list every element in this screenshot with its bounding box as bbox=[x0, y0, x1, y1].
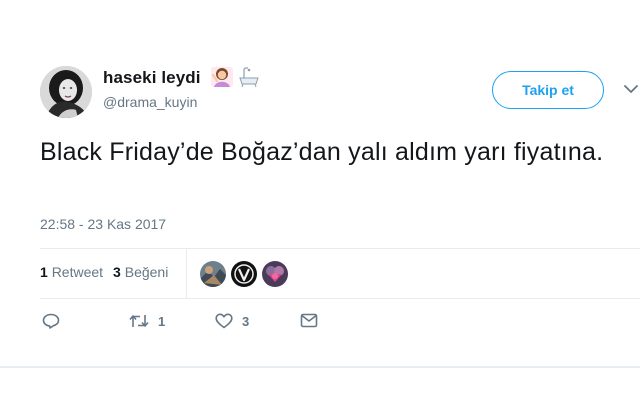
reply-icon[interactable] bbox=[42, 313, 60, 329]
like-action-count: 3 bbox=[242, 313, 250, 329]
envelope-icon[interactable] bbox=[300, 313, 318, 328]
woman-gesturing-icon bbox=[211, 67, 233, 87]
tweet-card: haseki leydi @drama_kuyin Takip et Black… bbox=[0, 0, 640, 410]
bathtub-icon bbox=[239, 67, 259, 88]
retweet-action[interactable]: 1 bbox=[129, 313, 165, 329]
like-label: Beğeni bbox=[124, 264, 169, 280]
tweet-text: Black Friday’de Boğaz’dan yalı aldım yar… bbox=[40, 138, 604, 166]
like-stat[interactable]: 3 Beğeni bbox=[113, 264, 168, 280]
bottom-border bbox=[0, 366, 640, 368]
retweet-icon[interactable] bbox=[129, 313, 149, 329]
name-emojis bbox=[211, 67, 259, 88]
retweet-action-count: 1 bbox=[158, 313, 166, 329]
retweet-count: 1 bbox=[40, 264, 48, 280]
retweet-label: Retweet bbox=[51, 264, 104, 280]
like-count: 3 bbox=[113, 264, 121, 280]
liker-avatar-1[interactable] bbox=[200, 261, 226, 287]
liker-avatar-3[interactable] bbox=[262, 261, 288, 287]
divider bbox=[40, 298, 640, 299]
divider bbox=[40, 248, 640, 249]
user-avatar[interactable] bbox=[40, 66, 92, 118]
liker-avatar-2[interactable] bbox=[231, 261, 257, 287]
like-action[interactable]: 3 bbox=[215, 313, 249, 329]
tweet-stats: 1 Retweet 3 Beğeni bbox=[40, 264, 168, 280]
reply-action[interactable] bbox=[42, 313, 69, 329]
follow-button[interactable]: Takip et bbox=[492, 71, 604, 109]
tweet-timestamp[interactable]: 22:58 - 23 Kas 2017 bbox=[40, 216, 166, 232]
heart-icon[interactable] bbox=[215, 313, 233, 329]
stats-separator bbox=[186, 249, 187, 299]
chevron-down-icon[interactable] bbox=[624, 84, 638, 94]
display-name[interactable]: haseki leydi bbox=[103, 68, 201, 88]
dm-action[interactable] bbox=[300, 313, 327, 328]
user-handle[interactable]: @drama_kuyin bbox=[103, 94, 197, 110]
retweet-stat[interactable]: 1 Retweet bbox=[40, 264, 103, 280]
